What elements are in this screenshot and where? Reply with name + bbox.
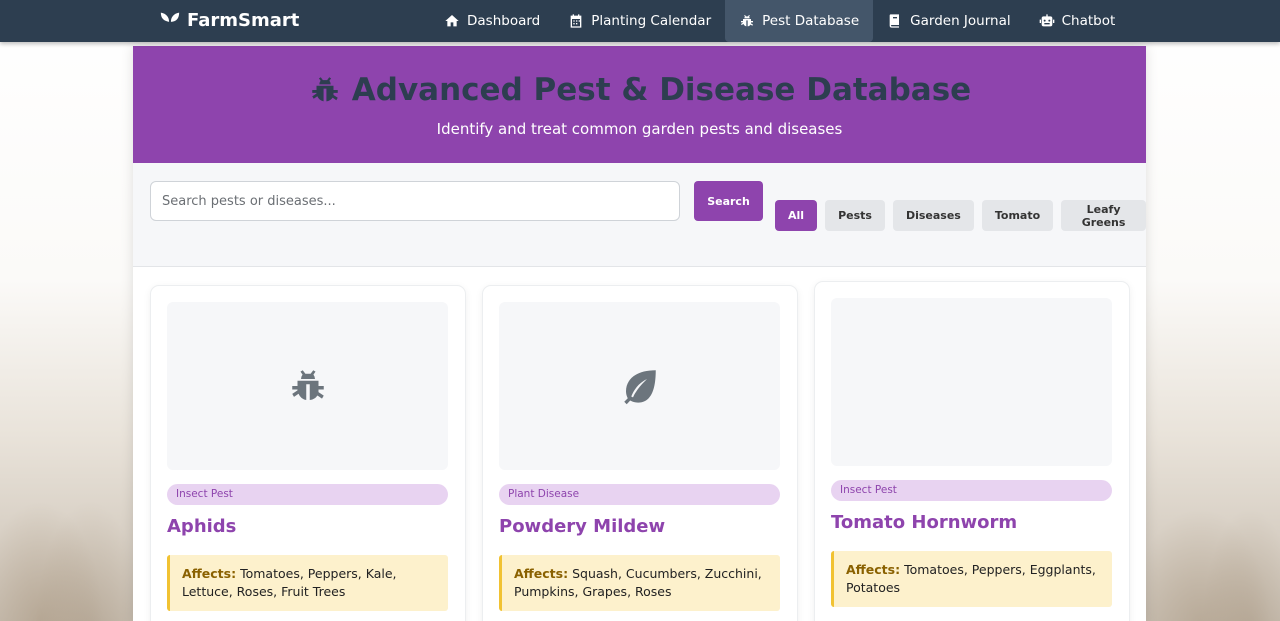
pest-card-aphids[interactable]: Insect Pest Aphids Affects: Tomatoes, Pe… — [150, 285, 466, 621]
nav-chatbot[interactable]: Chatbot — [1025, 0, 1130, 42]
calendar-icon — [570, 14, 582, 28]
affects-box: Affects: Tomatoes, Peppers, Kale, Lettuc… — [167, 555, 448, 611]
nav-planting-calendar[interactable]: Planting Calendar — [554, 0, 725, 42]
nav-dashboard[interactable]: Dashboard — [430, 0, 554, 42]
card-title: Powdery Mildew — [499, 516, 666, 537]
card-image — [499, 302, 780, 470]
home-icon — [445, 15, 459, 27]
category-tag: Insect Pest — [831, 480, 1112, 501]
card-image — [831, 298, 1112, 466]
bug-icon — [291, 370, 324, 400]
nav-garden-journal-label: Garden Journal — [910, 13, 1011, 29]
pest-card-powdery-mildew[interactable]: Plant Disease Powdery Mildew Affects: Sq… — [482, 285, 798, 621]
robot-icon — [1039, 14, 1054, 27]
filter-pests[interactable]: Pests — [825, 200, 885, 231]
brand-name: FarmSmart — [187, 9, 300, 31]
seedling-icon — [160, 12, 180, 30]
nav-garden-journal[interactable]: Garden Journal — [873, 0, 1024, 42]
affects-box: Affects: Tomatoes, Peppers, Eggplants, P… — [831, 551, 1112, 607]
filter-leafy-greens[interactable]: Leafy Greens — [1061, 200, 1146, 231]
affects-label: Affects: — [182, 566, 237, 581]
search-input[interactable] — [150, 181, 680, 221]
nav-planting-calendar-label: Planting Calendar — [591, 13, 712, 29]
nav-pest-database-label: Pest Database — [762, 13, 860, 29]
nav-menu: Dashboard Planting Calendar Pest Databas… — [430, 0, 1129, 42]
card-title: Tomato Hornworm — [831, 512, 1018, 533]
leaf-icon — [623, 370, 656, 405]
filter-diseases[interactable]: Diseases — [892, 200, 974, 231]
nav-chatbot-label: Chatbot — [1061, 13, 1116, 29]
category-tag: Insect Pest — [167, 484, 448, 505]
category-tag: Plant Disease — [499, 484, 780, 505]
filter-tomato[interactable]: Tomato — [981, 200, 1054, 231]
search-button[interactable]: Search — [694, 181, 763, 221]
affects-box: Affects: Squash, Cucumbers, Zucchini, Pu… — [499, 555, 780, 611]
card-title: Aphids — [167, 516, 237, 537]
card-image — [167, 302, 448, 470]
affects-label: Affects: — [514, 566, 569, 581]
page-title: Advanced Pest & Disease Database — [133, 46, 1146, 108]
bug-icon — [741, 15, 754, 27]
top-navbar: FarmSmart Dashboard Planting Calendar Pe… — [0, 0, 1280, 42]
page-subtitle: Identify and treat common garden pests a… — [436, 120, 843, 138]
page-title-text: Advanced Pest & Disease Database — [351, 72, 972, 108]
pest-card-tomato-hornworm[interactable]: Insect Pest Tomato Hornworm Affects: Tom… — [814, 281, 1130, 621]
hero-banner: Advanced Pest & Disease Database Identif… — [133, 46, 1146, 163]
nav-pest-database[interactable]: Pest Database — [725, 0, 874, 42]
book-icon — [889, 14, 900, 28]
nav-dashboard-label: Dashboard — [467, 13, 541, 29]
filter-group: All Pests Diseases Tomato Leafy Greens — [775, 200, 1146, 231]
filter-all[interactable]: All — [775, 200, 818, 231]
affects-label: Affects: — [846, 562, 901, 577]
search-and-filters: Search All Pests Diseases Tomato Leafy G… — [133, 163, 1146, 267]
brand-logo[interactable]: FarmSmart — [159, 9, 299, 31]
bug-icon — [312, 77, 338, 102]
